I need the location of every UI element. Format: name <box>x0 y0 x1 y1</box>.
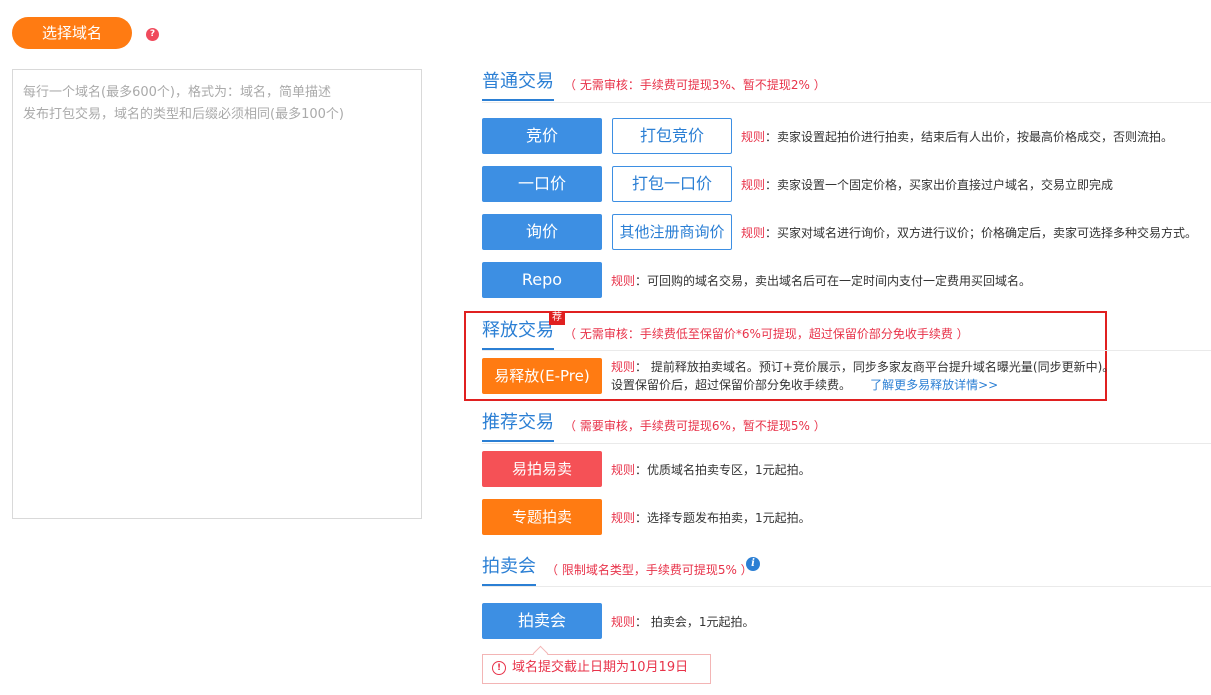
question-icon[interactable]: ? <box>146 28 159 41</box>
section-note-recommend: （ 需要审核，手续费可提现6%，暂不提现5% ） <box>564 419 826 433</box>
rule-release-line2: 设置保留价后，超过保留价部分免收手续费。 了解更多易释放详情>> <box>611 378 999 392</box>
easy-auction-button[interactable]: 易拍易卖 <box>482 451 602 487</box>
auction-meeting-button[interactable]: 拍卖会 <box>482 603 602 639</box>
section-divider <box>482 350 1211 351</box>
bid-button[interactable]: 竞价 <box>482 118 602 154</box>
rule-bid: 规则：卖家设置起拍价进行拍卖，结束后有人出价，按最高价格成交，否则流拍。 <box>741 130 1174 144</box>
other-registrar-inquiry-button[interactable]: 其他注册商询价 <box>612 214 732 250</box>
topic-auction-button[interactable]: 专题拍卖 <box>482 499 602 535</box>
recommend-badge: 荐 <box>549 311 565 325</box>
section-note-auction: （ 限制域名类型，手续费可提现5% ） <box>546 563 753 577</box>
domain-list-input[interactable] <box>12 69 422 519</box>
section-title-release: 释放交易 <box>482 320 554 350</box>
rule-fixed-price: 规则：卖家设置一个固定价格，买家出价直接过户域名，交易立即完成 <box>741 178 1114 192</box>
fixed-price-button[interactable]: 一口价 <box>482 166 602 202</box>
section-title-normal: 普通交易 <box>482 71 554 101</box>
section-divider <box>482 586 1211 587</box>
repo-button[interactable]: Repo <box>482 262 602 298</box>
section-divider <box>482 443 1211 444</box>
section-note-normal: （ 无需审核：手续费可提现3%、暂不提现2% ） <box>564 78 826 92</box>
bundle-bid-button[interactable]: 打包竞价 <box>612 118 732 154</box>
rule-repo: 规则：可回购的域名交易，卖出域名后可在一定时间内支付一定费用买回域名。 <box>611 274 1032 288</box>
release-details-link[interactable]: 了解更多易释放详情>> <box>870 378 998 392</box>
deadline-notice-text: 域名提交截止日期为10月19日 <box>512 660 689 675</box>
inquiry-button[interactable]: 询价 <box>482 214 602 250</box>
section-divider <box>482 102 1211 103</box>
e-pre-release-button[interactable]: 易释放(E-Pre) <box>482 358 602 394</box>
rule-easy-auction: 规则：优质域名拍卖专区，1元起拍。 <box>611 463 811 477</box>
alert-icon: ! <box>492 661 506 675</box>
section-note-release: （ 无需审核：手续费低至保留价*6%可提现，超过保留价部分免收手续费 ） <box>564 327 969 341</box>
bundle-fixed-price-button[interactable]: 打包一口价 <box>612 166 732 202</box>
section-title-recommend: 推荐交易 <box>482 412 554 442</box>
rule-release-line1: 规则： 提前释放拍卖域名。预订+竞价展示，同步多家友商平台提升域名曝光量(同步更… <box>611 360 1115 374</box>
rule-topic-auction: 规则：选择专题发布拍卖，1元起拍。 <box>611 511 811 525</box>
choose-domain-button[interactable]: 选择域名 <box>12 17 132 49</box>
rule-inquiry: 规则：买家对域名进行询价，双方进行议价；价格确定后，卖家可选择多种交易方式。 <box>741 226 1198 240</box>
section-title-auction: 拍卖会 <box>482 556 536 586</box>
rule-auction-meeting: 规则： 拍卖会，1元起拍。 <box>611 615 755 629</box>
info-icon[interactable]: i <box>746 557 760 571</box>
